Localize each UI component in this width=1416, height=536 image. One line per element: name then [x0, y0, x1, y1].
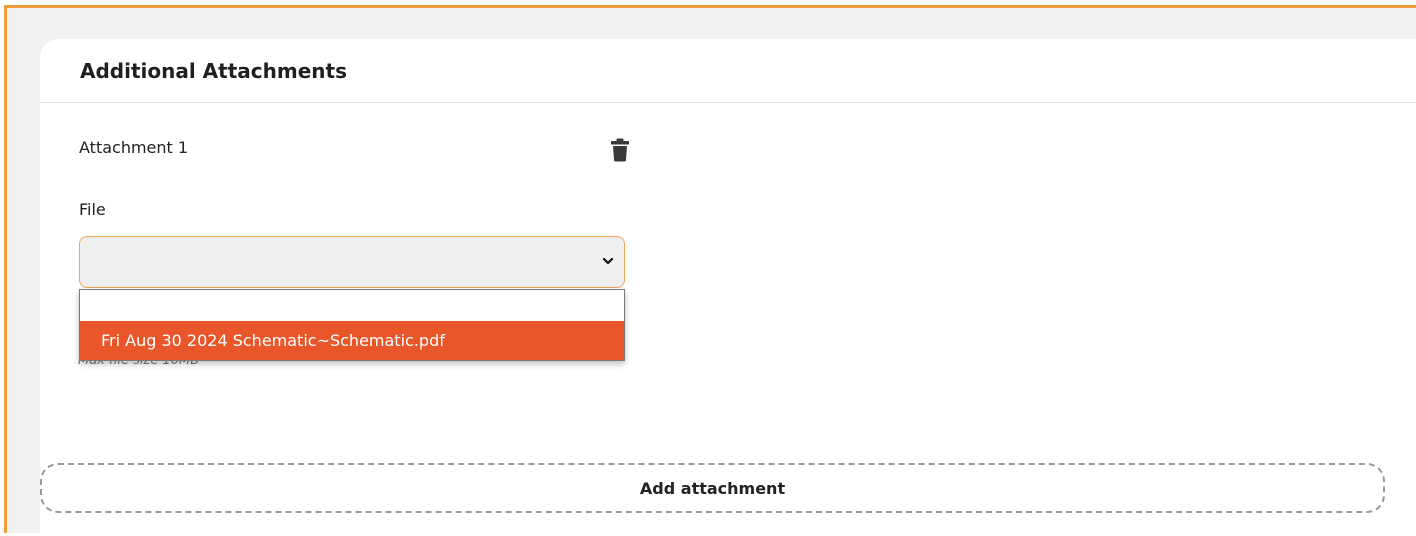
dropdown-option-schematic[interactable]: Fri Aug 30 2024 Schematic~Schematic.pdf: [80, 321, 624, 360]
add-attachment-button[interactable]: Add attachment: [40, 463, 1385, 513]
dropdown-option-empty[interactable]: [80, 290, 624, 321]
file-select[interactable]: [79, 236, 625, 288]
trash-icon[interactable]: [611, 138, 629, 162]
chevron-down-icon: [602, 257, 614, 265]
page-frame: Additional Attachments Attachment 1 File…: [4, 5, 1416, 536]
card-header: Additional Attachments: [40, 39, 1416, 103]
card-title: Additional Attachments: [80, 59, 347, 83]
attachments-card: Additional Attachments Attachment 1 File…: [40, 39, 1416, 536]
file-dropdown-list: Fri Aug 30 2024 Schematic~Schematic.pdf: [79, 289, 625, 361]
file-field-label: File: [79, 200, 106, 219]
add-attachment-label: Add attachment: [639, 478, 786, 498]
attachment-label: Attachment 1: [79, 138, 189, 157]
